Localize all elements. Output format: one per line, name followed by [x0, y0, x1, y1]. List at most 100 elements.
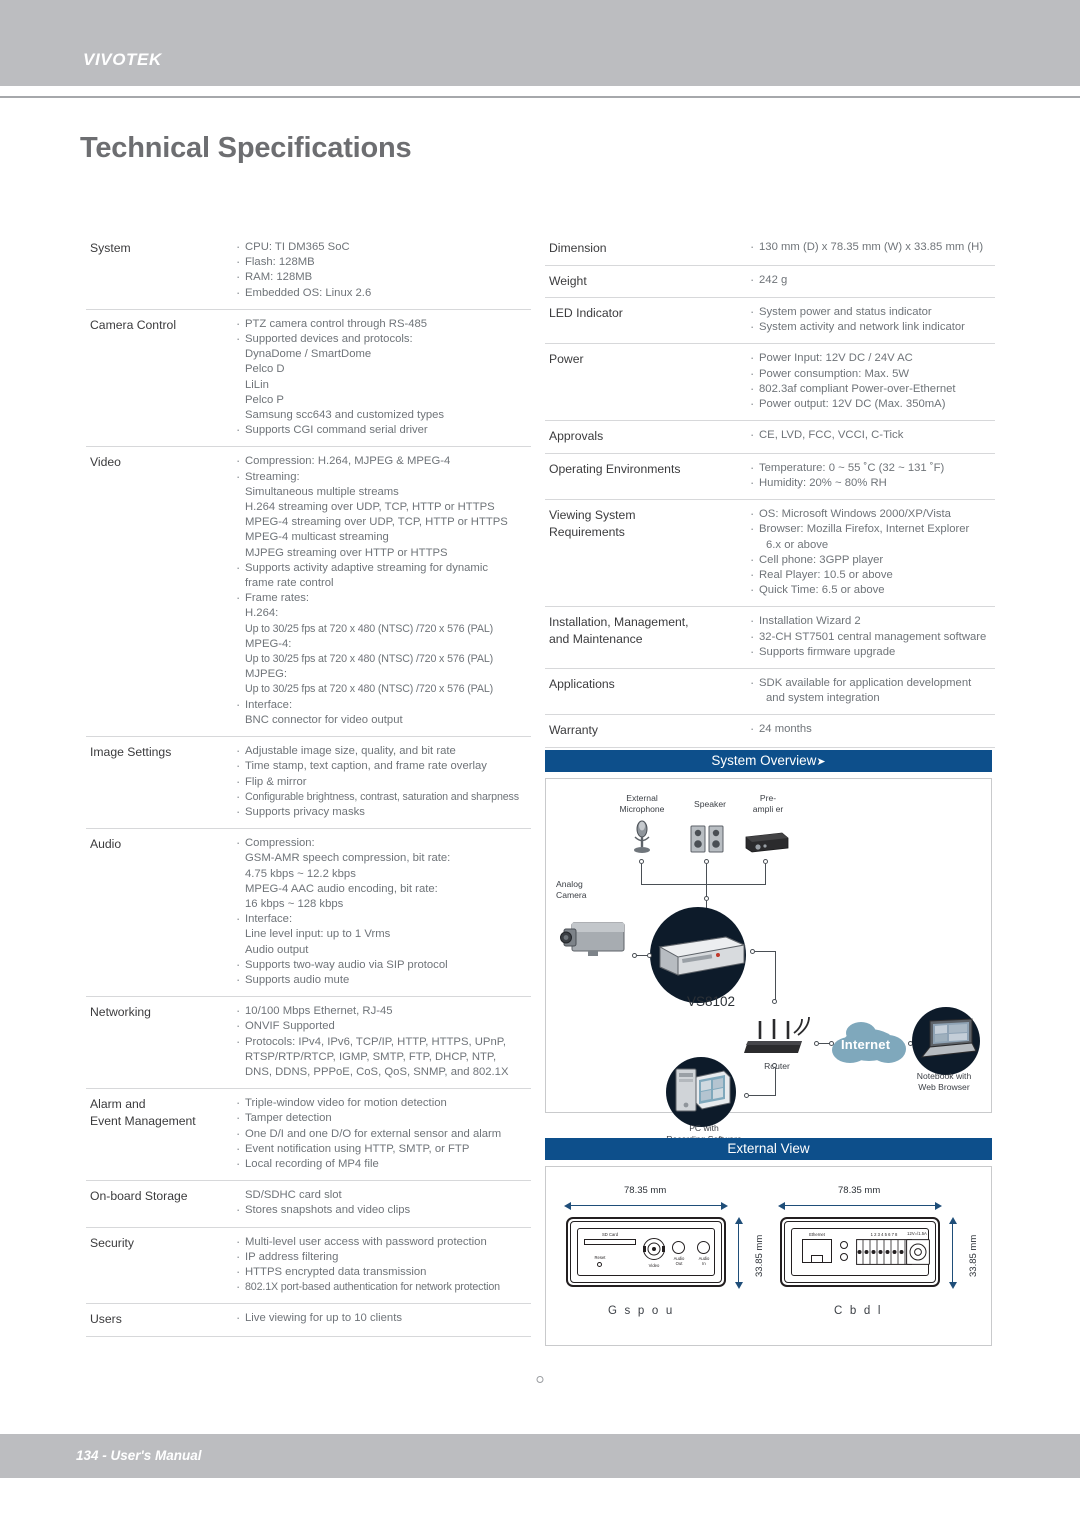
spec-line: Supports CGI command serial driver	[236, 422, 531, 438]
spec-line: Pelco D	[245, 363, 285, 376]
spec-line: Power output: 12V DC (Max. 350mA)	[750, 396, 995, 412]
spec-label: Approvals	[549, 429, 604, 444]
spec-values: Multi-level user access with password pr…	[236, 1234, 531, 1296]
spec-row: Operating Environments Temperature: 0 ~ 5…	[545, 454, 995, 501]
system-overview-title: System Overview	[711, 753, 817, 768]
dimension-line	[782, 1205, 938, 1206]
ethernet-jack-tab	[811, 1255, 823, 1263]
spec-line: MJPEG streaming over HTTP or HTTPS	[245, 546, 448, 559]
audio-out-jack	[672, 1241, 685, 1254]
spec-line: 24 months	[750, 721, 995, 737]
vs8102-device-icon	[658, 936, 746, 976]
router-label: Router	[764, 1061, 790, 1071]
arrow-icon	[935, 1201, 942, 1210]
preamplifier-label: Pre-ampli er	[752, 793, 784, 814]
spec-line: System activity and network link indicat…	[750, 319, 995, 335]
sd-card-label: SD Card	[601, 1232, 619, 1237]
spec-line: Samsung scc643 and customized types	[245, 409, 445, 422]
spec-line: H.264 streaming over UDP, TCP, HTTP or H…	[245, 501, 495, 514]
spec-line: DNS, DDNS, PPPoE, CoS, QoS, SNMP, and 80…	[245, 1065, 509, 1078]
spec-line: Streaming:	[236, 469, 531, 485]
spec-line: Supports audio mute	[236, 972, 531, 988]
spec-line: RAM: 128MB	[236, 269, 531, 285]
led-indicator	[840, 1253, 848, 1261]
spec-line: DynaDome / SmartDome	[245, 348, 372, 361]
spec-line: IP address filtering	[236, 1249, 531, 1265]
spec-values: OS: Microsoft Windows 2000/XP/VistaBrows…	[750, 506, 995, 598]
spec-line: LiLin	[245, 378, 269, 391]
spec-line: Power consumption: Max. 5W	[750, 366, 995, 382]
device-label: VS8102	[686, 994, 736, 1009]
spec-line: 130 mm (D) x 78.35 mm (W) x 33.85 mm (H)	[750, 239, 995, 255]
spec-line: Adjustable image size, quality, and bit …	[236, 743, 531, 759]
wire	[775, 1068, 777, 1096]
spec-line: Compression: H.264, MJPEG & MPEG-4	[236, 453, 531, 469]
spec-label: Operating Environments	[549, 461, 681, 476]
internet-label: Internet	[841, 1037, 891, 1052]
spec-row: VideoCompression: H.264, MJPEG & MPEG-4S…	[86, 447, 531, 738]
spec-line: Live viewing for up to 10 clients	[236, 1310, 531, 1326]
wire	[706, 864, 708, 897]
spec-values: Installation Wizard 232-CH ST7501 centra…	[750, 613, 995, 660]
external-view-diagram: 78.35 mm SD Card Reset Video Audio Out Au…	[545, 1166, 992, 1346]
spec-row: Approvals CE, LVD, FCC, VCCI, C-Tick	[545, 421, 995, 454]
specs-column-left: System CPU: TI DM365 SoCFlash: 128MBRAM: …	[86, 233, 531, 1337]
spec-line: Protocols: IPv4, IPv6, TCP/IP, HTTP, HTT…	[236, 1034, 531, 1050]
spec-label: Warranty	[549, 723, 598, 738]
arrow-icon	[734, 1282, 743, 1289]
spec-label: Video	[90, 455, 121, 470]
spec-label: Power	[549, 352, 584, 367]
spec-line: HTTPS encrypted data transmission	[236, 1264, 531, 1280]
wire	[641, 864, 643, 885]
spec-values: PTZ camera control through RS-485 Support…	[236, 316, 531, 439]
spec-line: 6.x or above	[766, 538, 829, 551]
spec-label: Audio	[90, 837, 122, 852]
spec-line: MPEG-4 multicast streaming	[245, 531, 389, 544]
spec-row: Viewing SystemRequirements OS: Microsoft …	[545, 500, 995, 608]
spec-row: Weight 242 g	[545, 266, 995, 298]
spec-line: Simultaneous multiple streams	[245, 485, 399, 498]
spec-line: Triple-window video for motion detection	[236, 1095, 531, 1111]
spec-label: Weight	[549, 273, 587, 288]
back-view-caption: C b d l	[834, 1305, 883, 1317]
external-microphone-label: External Microphone	[619, 793, 665, 814]
spec-line: Frame rates:	[236, 590, 531, 606]
spec-row: Applications SDK available for applicatio…	[545, 669, 995, 716]
spec-line: Temperature: 0 ~ 55 ˚C (32 ~ 131 ˚F)	[750, 460, 995, 476]
audio-in-label: Audio In	[698, 1256, 710, 1266]
spec-row: LED Indicator System power and status ind…	[545, 298, 995, 345]
wire	[765, 864, 767, 885]
dimension-line	[568, 1205, 724, 1206]
pc-icon	[675, 1068, 731, 1112]
notebook-icon	[920, 1018, 977, 1058]
spec-label: Image Settings	[90, 745, 172, 760]
spec-line: CPU: TI DM365 SoC	[236, 239, 531, 255]
spec-line: Browser: Mozilla Firefox, Internet Explo…	[750, 521, 995, 537]
bnc-video-connector	[643, 1238, 665, 1260]
spec-label: Camera Control	[90, 317, 177, 332]
system-overview-diagram: External Microphone Speaker Pre-ampli er …	[545, 778, 992, 1144]
spec-values: SDK available for application developmen…	[750, 675, 995, 706]
spec-row: System CPU: TI DM365 SoCFlash: 128MBRAM: …	[86, 233, 531, 310]
spec-row: Installation, Management, and Maintenance…	[545, 607, 995, 669]
spec-label: Applications	[549, 676, 615, 691]
wire	[749, 1095, 776, 1097]
spec-line: Interface:	[236, 697, 531, 713]
spec-line: CE, LVD, FCC, VCCI, C-Tick	[750, 427, 995, 443]
spec-values: Adjustable image size, quality, and bit …	[236, 743, 531, 820]
spec-line: 802.3af compliant Power-over-Ethernet	[750, 381, 995, 397]
spec-line: Configurable brightness, contrast, satur…	[236, 789, 531, 805]
spec-values: CPU: TI DM365 SoCFlash: 128MBRAM: 128MBE…	[236, 239, 531, 301]
spec-line: 802.1X port-based authentication for net…	[236, 1279, 531, 1295]
back-height-dimension: 33.85 mm	[968, 1234, 979, 1277]
spec-line: PTZ camera control through RS-485	[236, 316, 531, 332]
spec-line: Humidity: 20% ~ 80% RH	[750, 475, 995, 491]
page-title: Technical Specifications	[80, 132, 412, 164]
notebook-label: Notebook with Web Browser	[916, 1071, 972, 1092]
spec-line: Power Input: 12V DC / 24V AC	[750, 350, 995, 366]
spec-label: Security	[90, 1235, 135, 1250]
spec-line: Up to 30/25 fps at 720 x 480 (NTSC) /720…	[245, 683, 494, 696]
spec-line: OS: Microsoft Windows 2000/XP/Vista	[750, 506, 995, 522]
spec-line: SDK available for application developmen…	[750, 675, 995, 691]
spec-values: Power Input: 12V DC / 24V ACPower consum…	[750, 350, 995, 412]
